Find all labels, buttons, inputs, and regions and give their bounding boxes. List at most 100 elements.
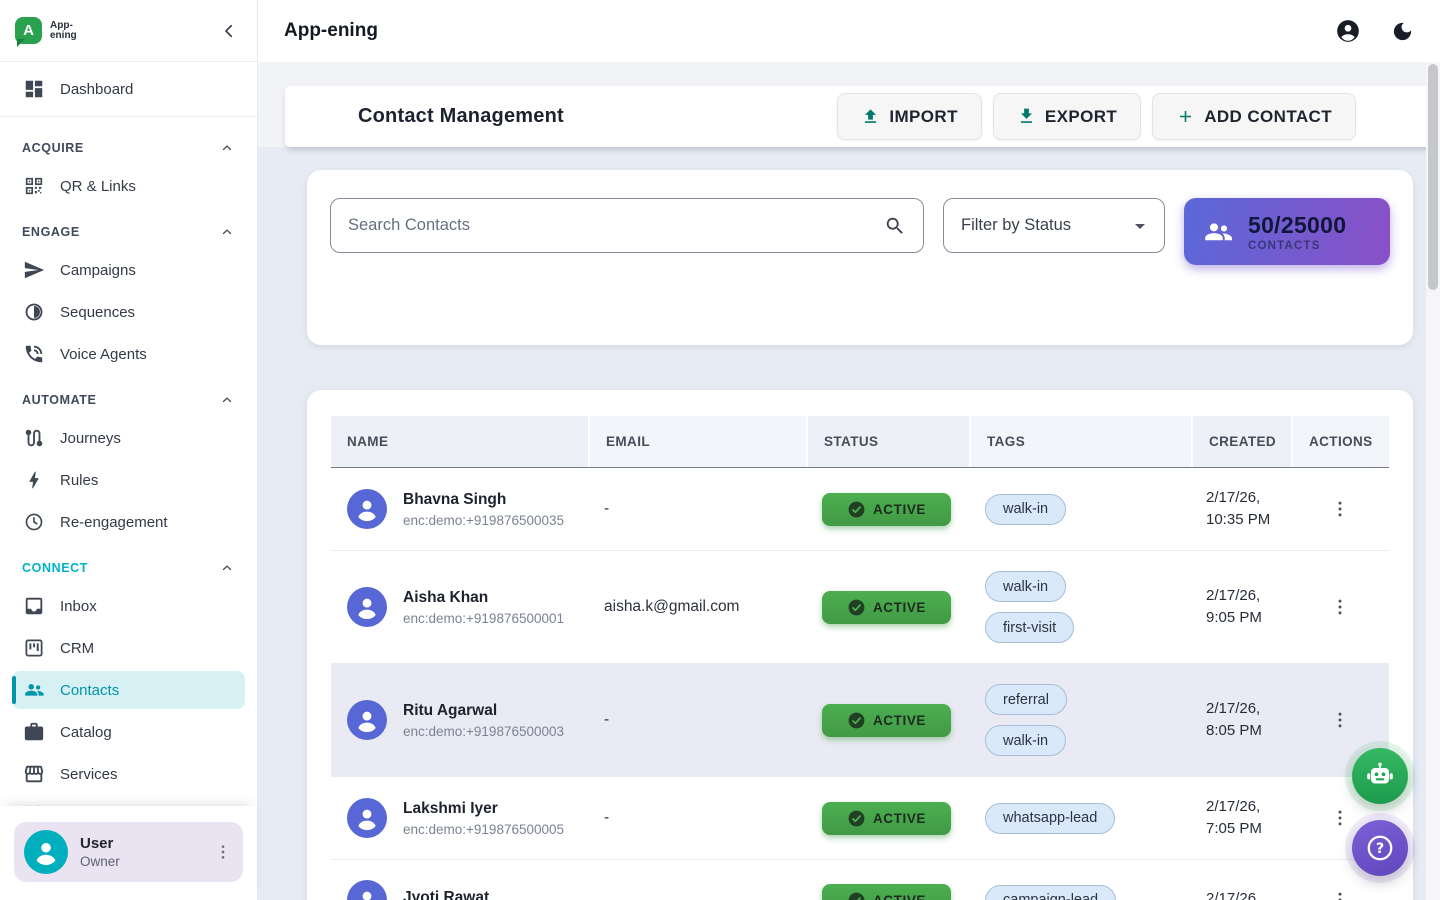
row-actions-kebab[interactable] bbox=[1329, 889, 1351, 900]
contact-avatar bbox=[347, 489, 387, 529]
section-title: Contact Management bbox=[358, 105, 564, 128]
row-actions-kebab[interactable] bbox=[1329, 709, 1351, 731]
tag-pill: first-visit bbox=[985, 612, 1074, 643]
status-filter-label: Filter by Status bbox=[961, 216, 1071, 235]
export-button[interactable]: EXPORT bbox=[993, 93, 1141, 140]
row-actions-kebab[interactable] bbox=[1329, 498, 1351, 520]
contact-phone: enc:demo:+919876500003 bbox=[403, 724, 564, 739]
sidebar-item-dashboard[interactable]: Dashboard bbox=[12, 70, 245, 108]
chatbot-fab[interactable] bbox=[1352, 748, 1408, 804]
contact-name: Bhavna Singh bbox=[403, 491, 564, 509]
user-menu-kebab[interactable] bbox=[213, 842, 233, 862]
contact-tags: walk-in bbox=[969, 494, 1191, 525]
sidebar-item-journeys[interactable]: Journeys bbox=[12, 419, 245, 457]
contact-name: Lakshmi Iyer bbox=[403, 800, 564, 818]
people-icon bbox=[23, 679, 45, 701]
status-badge: ACTIVE bbox=[822, 802, 951, 835]
status-filter-select[interactable]: Filter by Status bbox=[943, 198, 1165, 253]
contacts-table: NAMEEMAILSTATUSTAGSCREATEDACTIONS Bhavna… bbox=[307, 390, 1413, 900]
contact-email: - bbox=[588, 809, 806, 827]
sidebar-item-rules[interactable]: Rules bbox=[12, 461, 245, 499]
help-fab[interactable]: ? bbox=[1352, 820, 1408, 876]
user-card[interactable]: User Owner bbox=[14, 822, 243, 882]
contact-avatar bbox=[347, 798, 387, 838]
clock-icon bbox=[23, 511, 45, 533]
bolt-icon bbox=[23, 469, 45, 491]
table-row[interactable]: Aisha Khan enc:demo:+919876500001 aisha.… bbox=[331, 551, 1389, 664]
sidebar-item-inbox[interactable]: Inbox bbox=[12, 587, 245, 625]
sidebar-item-sequences[interactable]: Sequences bbox=[12, 293, 245, 331]
sidebar-collapse-button[interactable] bbox=[219, 21, 239, 41]
row-actions-kebab[interactable] bbox=[1329, 807, 1351, 829]
table-row[interactable]: Lakshmi Iyer enc:demo:+919876500005 - AC… bbox=[331, 777, 1389, 860]
contact-created: 2/17/26, 8:05 PM bbox=[1191, 699, 1291, 741]
tag-pill: walk-in bbox=[985, 725, 1066, 756]
divider bbox=[0, 116, 257, 117]
tag-pill: referral bbox=[985, 684, 1067, 715]
account-icon[interactable] bbox=[1335, 18, 1361, 44]
sidebar: A App- ening Dashboard ACQUIRE QR & Link… bbox=[0, 0, 258, 900]
dark-mode-icon[interactable] bbox=[1391, 20, 1414, 43]
contact-email: - bbox=[588, 711, 806, 729]
sequences-icon bbox=[23, 301, 45, 323]
table-row[interactable]: Ritu Agarwal enc:demo:+919876500003 - AC… bbox=[331, 664, 1389, 777]
column-header-name: NAME bbox=[331, 416, 588, 467]
status-badge: ACTIVE bbox=[822, 591, 951, 624]
chevron-up-icon bbox=[219, 392, 235, 408]
sidebar-item-crm[interactable]: CRM bbox=[12, 629, 245, 667]
sidebar-item-voice-agents[interactable]: Voice Agents bbox=[12, 335, 245, 373]
contact-created: 2/17/26, 10:35 PM bbox=[1191, 488, 1291, 530]
qr-icon bbox=[23, 175, 45, 197]
sidebar-item-catalog[interactable]: Catalog bbox=[12, 713, 245, 751]
storefront-icon bbox=[23, 763, 45, 785]
scrollbar-thumb[interactable] bbox=[1428, 64, 1438, 290]
table-body: Bhavna Singh enc:demo:+919876500035 - AC… bbox=[331, 468, 1389, 900]
section-header-connect[interactable]: CONNECT bbox=[8, 545, 249, 583]
chevron-up-icon bbox=[219, 224, 235, 240]
contacts-group-icon bbox=[1202, 216, 1234, 248]
search-input[interactable]: Search Contacts bbox=[330, 198, 924, 253]
table-row[interactable]: Bhavna Singh enc:demo:+919876500035 - AC… bbox=[331, 468, 1389, 551]
contact-phone: enc:demo:+919876500005 bbox=[403, 822, 564, 837]
contact-avatar bbox=[347, 700, 387, 740]
contacts-caption: CONTACTS bbox=[1248, 240, 1346, 252]
sidebar-item-qr-links[interactable]: QR & Links bbox=[12, 167, 245, 205]
search-icon bbox=[884, 215, 906, 237]
column-header-created: CREATED bbox=[1191, 416, 1291, 467]
search-card: Search Contacts Filter by Status 50/2500… bbox=[307, 170, 1413, 345]
contact-avatar bbox=[347, 880, 387, 900]
table-header: NAMEEMAILSTATUSTAGSCREATEDACTIONS bbox=[331, 416, 1389, 468]
chevron-up-icon bbox=[219, 140, 235, 156]
svg-text:?: ? bbox=[1376, 841, 1384, 857]
plus-icon bbox=[1176, 107, 1195, 126]
send-icon bbox=[23, 259, 45, 281]
inbox-icon bbox=[23, 595, 45, 617]
user-area: User Owner bbox=[0, 806, 257, 900]
phone-icon bbox=[23, 343, 45, 365]
sidebar-nav: Dashboard ACQUIRE QR & Links ENGAGE Camp… bbox=[0, 62, 257, 806]
main-area: App-ening Contact Management IMPORT EXPO… bbox=[258, 0, 1440, 900]
status-badge: ACTIVE bbox=[822, 884, 951, 900]
sidebar-item-appointments[interactable]: Appointments bbox=[12, 797, 245, 806]
sidebar-item-contacts[interactable]: Contacts bbox=[12, 671, 245, 709]
section-header-engage[interactable]: ENGAGE bbox=[8, 209, 249, 247]
scrollbar-track[interactable] bbox=[1426, 62, 1440, 900]
add-contact-button[interactable]: ADD CONTACT bbox=[1152, 93, 1356, 140]
chevron-up-icon bbox=[219, 560, 235, 576]
table-row[interactable]: Jyoti Rawat ACTIVE campaign-lead 2/17/26… bbox=[331, 860, 1389, 900]
sidebar-item-services[interactable]: Services bbox=[12, 755, 245, 793]
logo-row: A App- ening bbox=[0, 0, 257, 62]
sidebar-item-re-engagement[interactable]: Re-engagement bbox=[12, 503, 245, 541]
help-icon: ? bbox=[1365, 833, 1395, 863]
check-circle-icon bbox=[847, 500, 866, 519]
contact-created: 2/17/26, 9:05 PM bbox=[1191, 586, 1291, 628]
section-header-acquire[interactable]: ACQUIRE bbox=[8, 125, 249, 163]
contact-phone: enc:demo:+919876500035 bbox=[403, 513, 564, 528]
section-header-automate[interactable]: AUTOMATE bbox=[8, 377, 249, 415]
row-actions-kebab[interactable] bbox=[1329, 596, 1351, 618]
contact-name: Ritu Agarwal bbox=[403, 702, 564, 720]
contact-created: 2/17/26, bbox=[1191, 889, 1291, 900]
import-button[interactable]: IMPORT bbox=[837, 93, 982, 140]
sidebar-item-campaigns[interactable]: Campaigns bbox=[12, 251, 245, 289]
contact-tags: campaign-lead bbox=[969, 885, 1191, 900]
